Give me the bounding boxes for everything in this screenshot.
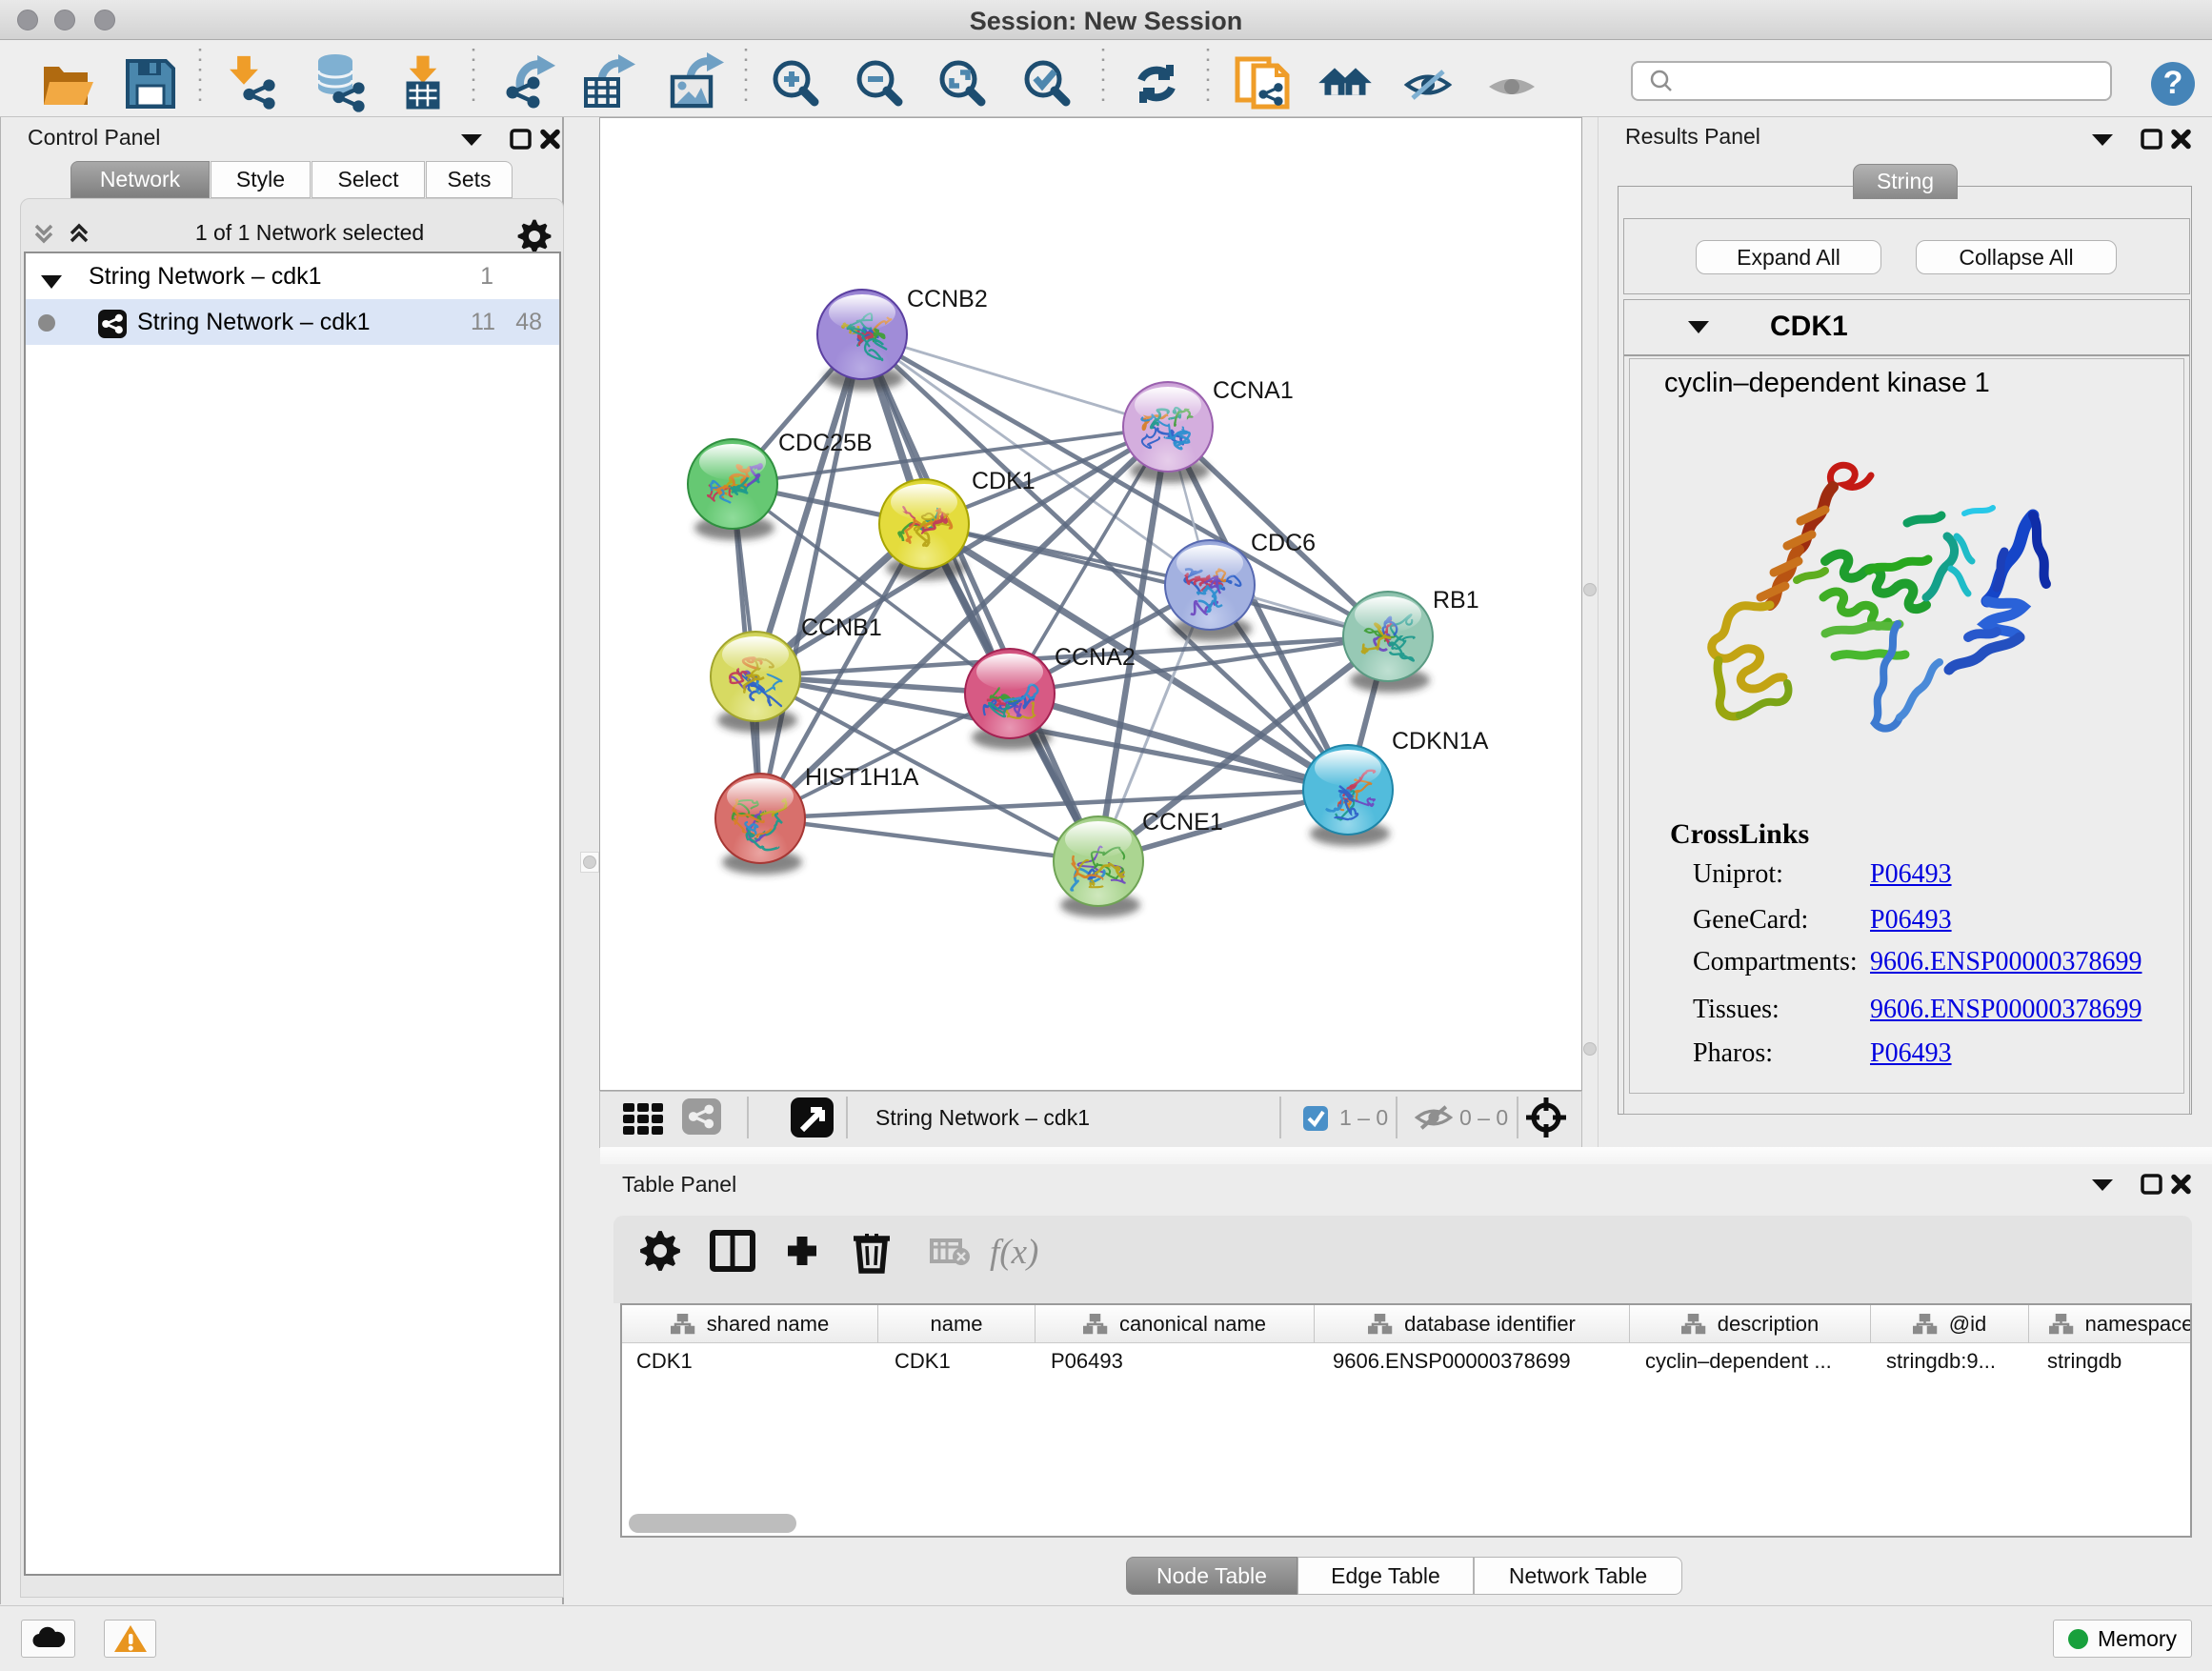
svg-text:CCNE1: CCNE1	[1142, 809, 1223, 836]
svg-text:CDC25B: CDC25B	[778, 430, 873, 456]
svg-text:1 – 0: 1 – 0	[1339, 1105, 1388, 1130]
svg-text:CDKN1A: CDKN1A	[1392, 728, 1489, 755]
svg-text:CCNA1: CCNA1	[1213, 377, 1294, 404]
svg-text:0 – 0: 0 – 0	[1459, 1105, 1508, 1130]
svg-text:String Network – cdk1: String Network – cdk1	[875, 1105, 1090, 1130]
svg-text:?: ?	[2163, 65, 2183, 101]
svg-text:f(x): f(x)	[990, 1233, 1038, 1272]
svg-text:RB1: RB1	[1433, 587, 1479, 614]
svg-text:CCNB2: CCNB2	[907, 286, 988, 312]
svg-text:HIST1H1A: HIST1H1A	[805, 764, 919, 791]
svg-text:CCNB1: CCNB1	[801, 614, 882, 641]
svg-text:CDK1: CDK1	[972, 468, 1036, 494]
svg-text:CDC6: CDC6	[1251, 530, 1316, 556]
svg-text:CCNA2: CCNA2	[1055, 644, 1136, 671]
